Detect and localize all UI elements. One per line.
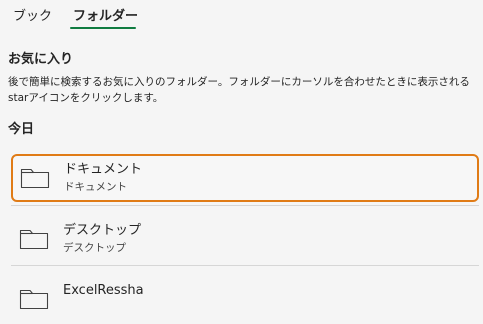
folder-item-documents[interactable]: ドキュメント ドキュメント bbox=[11, 154, 479, 202]
folder-item-excelressha[interactable]: ExcelRessha bbox=[11, 276, 479, 324]
folder-icon bbox=[19, 229, 49, 250]
today-heading: 今日 bbox=[8, 122, 35, 137]
favorites-description: 後で簡単に検索するお気に入りのフォルダー。フォルダーにカーソルを合わせたときに表… bbox=[8, 76, 470, 104]
folder-icon bbox=[20, 168, 50, 189]
tab-folder[interactable]: フォルダー bbox=[73, 8, 138, 26]
folder-item-desktop[interactable]: デスクトップ デスクトップ bbox=[11, 216, 479, 264]
active-tab-indicator bbox=[70, 27, 136, 29]
tab-bar: ブック フォルダー bbox=[0, 0, 483, 36]
favorites-heading: お気に入り bbox=[8, 52, 74, 67]
tab-book[interactable]: ブック bbox=[13, 8, 52, 26]
folder-name: ドキュメント bbox=[64, 162, 143, 177]
folder-name: ExcelRessha bbox=[63, 283, 144, 298]
list-divider bbox=[11, 265, 479, 266]
folder-name: デスクトップ bbox=[63, 223, 142, 238]
folder-icon bbox=[19, 289, 49, 310]
list-divider bbox=[11, 205, 479, 206]
folder-path: ドキュメント bbox=[64, 181, 127, 193]
folder-path: デスクトップ bbox=[63, 242, 126, 254]
